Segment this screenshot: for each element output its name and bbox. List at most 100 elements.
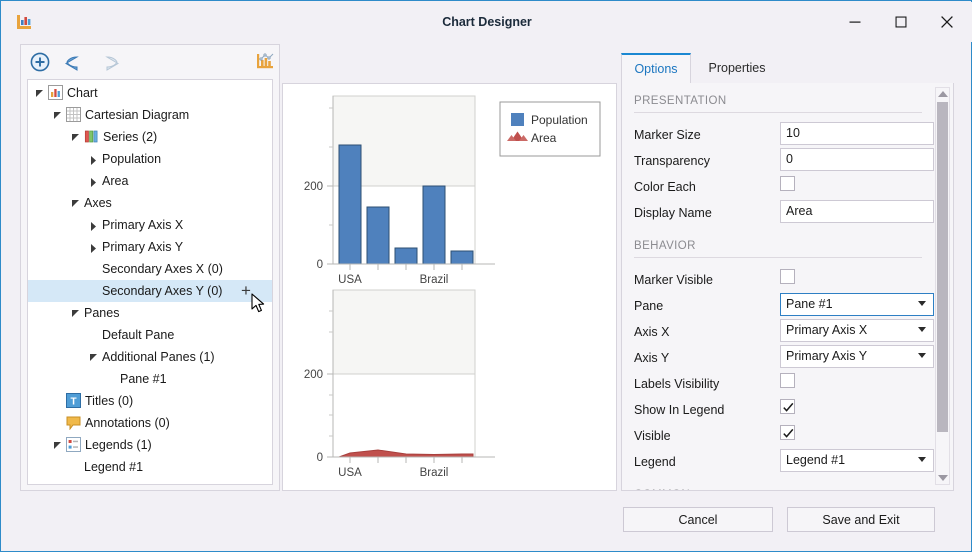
tree-item-additional-panes-1[interactable]: Additional Panes (1) [28, 346, 272, 368]
tree-item-cartesian-diagram[interactable]: Cartesian Diagram [28, 104, 272, 126]
redo-icon [97, 51, 121, 73]
section-divider [634, 257, 922, 258]
tree-item-population[interactable]: Population [28, 148, 272, 170]
tree-item-label: Titles (0) [85, 394, 134, 408]
chevron-down-icon[interactable] [52, 104, 64, 126]
tree-item-secondary-axes-y-0[interactable]: Secondary Axes Y (0) + [28, 280, 272, 302]
tree-item-label: Secondary Axes X (0) [102, 262, 223, 276]
close-button[interactable] [924, 3, 970, 41]
chevron-down-icon[interactable] [88, 346, 100, 368]
svg-text:Area: Area [531, 131, 557, 145]
tree-item-axes[interactable]: Axes [28, 192, 272, 214]
footer-bar: Cancel Save and Exit [20, 495, 954, 543]
tree-item-chart[interactable]: Chart [28, 82, 272, 104]
tree-item-primary-axis-x[interactable]: Primary Axis X [28, 214, 272, 236]
axis-x-dropdown[interactable]: Primary Axis X [780, 319, 934, 342]
chevron-right-icon[interactable] [88, 148, 100, 170]
tree-item-secondary-axes-x-0[interactable]: Secondary Axes X (0) [28, 258, 272, 280]
minimize-button[interactable] [832, 3, 878, 41]
svg-text:T: T [70, 397, 76, 408]
chevron-down-icon[interactable] [918, 327, 926, 332]
property-row-marker-visible: Marker Visible [634, 269, 934, 291]
svg-text:USA: USA [338, 274, 362, 286]
legend-icon [66, 437, 81, 452]
tree-item-label: Default Pane [102, 328, 175, 342]
property-row-transparency: Transparency 0 [634, 148, 934, 172]
pane-dropdown[interactable]: Pane #1 [780, 293, 934, 316]
property-label: Transparency [634, 154, 710, 168]
section-divider [634, 112, 922, 113]
mouse-cursor [251, 293, 267, 320]
chart-element-tree[interactable]: Chart Cartesian Diagram Series (2) Populati… [27, 79, 273, 485]
property-label: Axis Y [634, 351, 670, 365]
color-each-checkbox[interactable] [780, 176, 795, 191]
tree-item-panes[interactable]: Panes [28, 302, 272, 324]
tree-item-label: Primary Axis Y [102, 240, 184, 254]
tree-item-annotations-0[interactable]: Annotations (0) [28, 412, 272, 434]
undo-icon[interactable] [63, 51, 87, 73]
chart-wizard-icon[interactable] [255, 51, 279, 73]
tree-item-legend-1[interactable]: Legend #1 [28, 456, 272, 478]
chevron-down-icon[interactable] [34, 82, 46, 104]
property-label: Pane [634, 299, 664, 313]
chart-preview-panel: 200 0 USA Brazil Population Area 200 0 U… [282, 83, 617, 491]
section-heading: BEHAVIOR [634, 240, 696, 252]
chart-designer-window: Chart Designer Chart Cartesian Diagram S… [0, 0, 972, 552]
tree-item-label: Chart [67, 86, 98, 100]
tree-item-series-2[interactable]: Series (2) [28, 126, 272, 148]
chart-bars-icon [48, 85, 63, 100]
display-name-input[interactable]: Area [780, 200, 934, 223]
visible-checkbox[interactable] [780, 425, 795, 440]
chevron-down-icon[interactable] [70, 192, 82, 214]
property-label: Labels Visibility [634, 377, 720, 391]
tree-item-default-pane[interactable]: Default Pane [28, 324, 272, 346]
tree-item-pane-1[interactable]: Pane #1 [28, 368, 272, 390]
marker-size-input[interactable]: 10 [780, 122, 934, 145]
tree-item-titles-0[interactable]: T Titles (0) [28, 390, 272, 412]
transparency-input[interactable]: 0 [780, 148, 934, 171]
property-row-pane: Pane Pane #1 [634, 293, 934, 317]
chevron-down-icon[interactable] [70, 302, 82, 324]
tab-properties[interactable]: Properties [691, 53, 783, 83]
chevron-down-icon[interactable] [52, 434, 64, 456]
tree-item-label: Annotations (0) [85, 416, 170, 430]
scrollbar-thumb[interactable] [937, 102, 948, 432]
chart-preview-svg: 200 0 USA Brazil Population Area 200 0 U… [304, 95, 601, 479]
labels-visibility-checkbox[interactable] [780, 373, 795, 388]
svg-text:Population: Population [531, 113, 588, 127]
chevron-down-icon[interactable] [918, 353, 926, 358]
svg-text:Brazil: Brazil [420, 467, 449, 479]
tree-item-label: Primary Axis X [102, 218, 184, 232]
scroll-up-icon[interactable] [938, 91, 948, 97]
chevron-right-icon[interactable] [88, 236, 100, 258]
chevron-down-icon[interactable] [70, 126, 82, 148]
tree-item-legends-1[interactable]: Legends (1) [28, 434, 272, 456]
property-label: Axis X [634, 325, 670, 339]
svg-text:Brazil: Brazil [420, 274, 449, 286]
chevron-down-icon[interactable] [918, 301, 926, 306]
property-label: Legend [634, 455, 676, 469]
section-heading: PRESENTATION [634, 95, 727, 107]
axis-y-dropdown[interactable]: Primary Axis Y [780, 345, 934, 368]
show-in-legend-checkbox[interactable] [780, 399, 795, 414]
cancel-button[interactable]: Cancel [623, 507, 773, 532]
property-row-show-in-legend: Show In Legend [634, 399, 934, 421]
panel-scrollbar[interactable] [935, 87, 950, 485]
chevron-down-icon[interactable] [918, 457, 926, 462]
maximize-button[interactable] [878, 3, 924, 41]
legend-dropdown[interactable]: Legend #1 [780, 449, 934, 472]
save-and-exit-button[interactable]: Save and Exit [787, 507, 935, 532]
tree-item-area[interactable]: Area [28, 170, 272, 192]
marker-visible-checkbox[interactable] [780, 269, 795, 284]
title-t-icon: T [66, 393, 81, 408]
tab-options[interactable]: Options [621, 53, 691, 83]
add-icon[interactable] [29, 51, 53, 73]
svg-text:200: 200 [304, 369, 323, 381]
tab-body: PRESENTATION Marker Size 10 Transparency 0 Co… [621, 83, 954, 491]
tree-item-label: Area [102, 174, 129, 188]
chevron-right-icon[interactable] [88, 170, 100, 192]
chevron-right-icon[interactable] [88, 214, 100, 236]
scroll-down-icon[interactable] [938, 475, 948, 481]
property-label: Visible [634, 429, 671, 443]
tree-item-primary-axis-y[interactable]: Primary Axis Y [28, 236, 272, 258]
